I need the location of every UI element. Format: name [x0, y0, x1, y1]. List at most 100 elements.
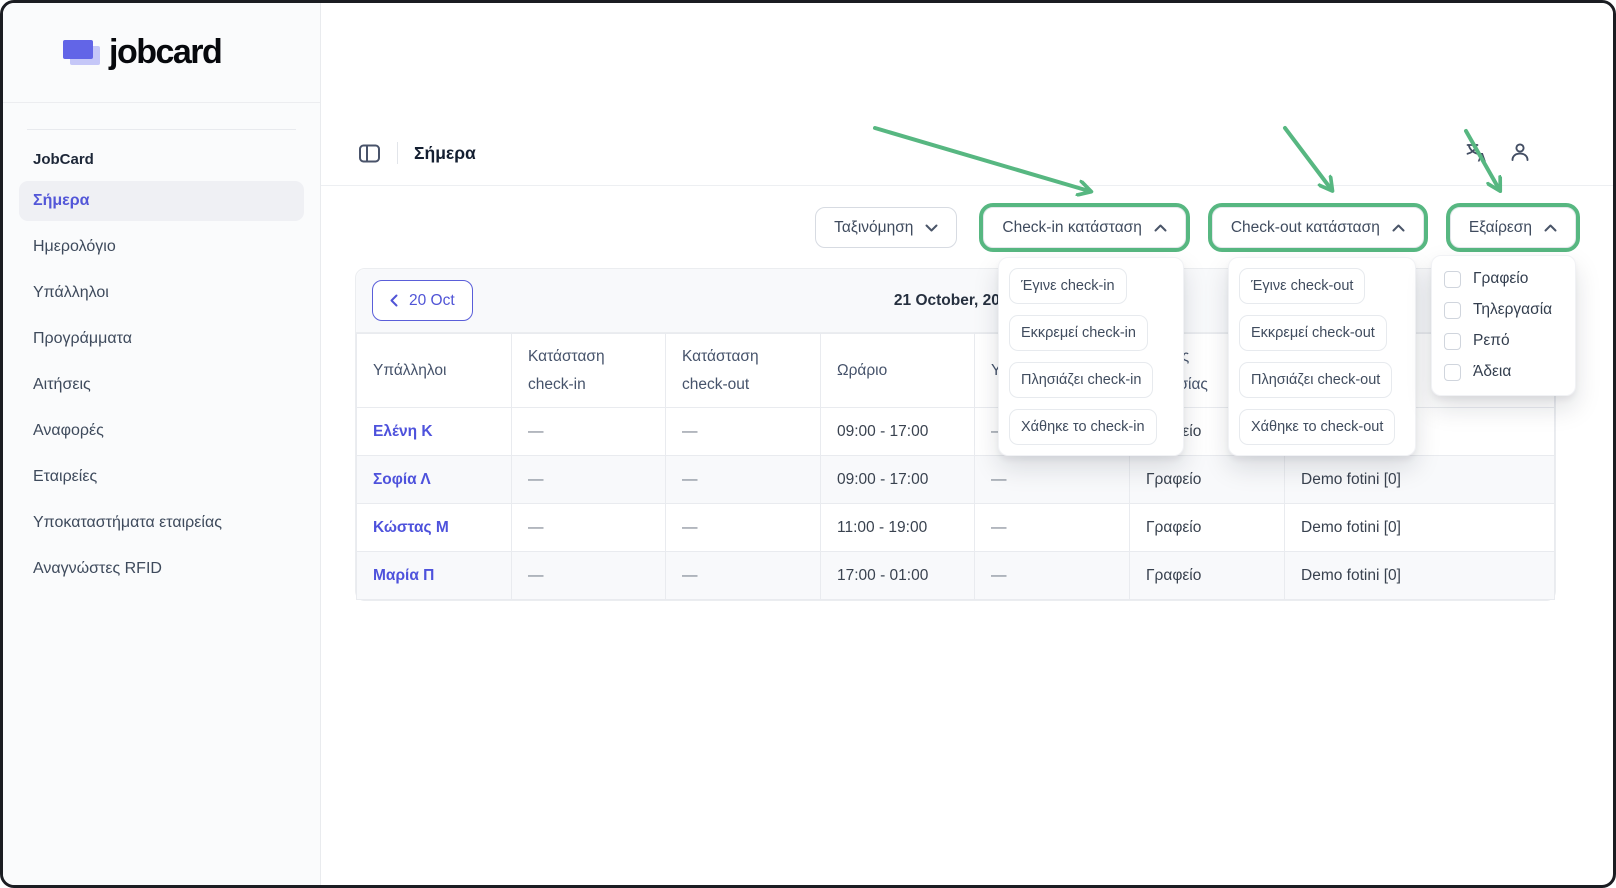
checkin-option[interactable]: Χάθηκε το check-in [1009, 409, 1157, 445]
checkbox-label: Τηλεργασία [1473, 301, 1552, 319]
sidebar-section-label: JobCard [19, 130, 304, 181]
sidebar-item-label: Προγράμματα [33, 330, 132, 348]
schedule-cell: 11:00 - 19:00 [821, 504, 975, 552]
filter-row: Ταξινόμηση Check-in κατάσταση Check-out … [815, 207, 1576, 248]
checkout-status-cell: — [666, 552, 821, 600]
logo-text: jobcard [109, 33, 221, 72]
program-cell: Demo fotini [0] [1285, 456, 1555, 504]
sidebar-item-imerologio[interactable]: Ημερολόγιο [19, 227, 304, 267]
checkin-status-cell: — [512, 456, 666, 504]
worktype-cell: Γραφείο [1130, 552, 1285, 600]
chevron-up-icon [1392, 224, 1405, 232]
exception-filter-label: Εξαίρεση [1469, 219, 1532, 237]
checkout-option[interactable]: Εκκρεμεί check-out [1239, 315, 1387, 351]
sidebar-item-programmata[interactable]: Προγράμματα [19, 319, 304, 359]
checkout-option[interactable]: Πλησιάζει check-out [1239, 362, 1392, 398]
exception-option-tilergasia[interactable]: Τηλεργασία [1444, 301, 1563, 319]
checkin-option[interactable]: Εκκρεμεί check-in [1009, 315, 1148, 351]
checkbox[interactable] [1444, 333, 1461, 350]
sidebar-item-label: Σήμερα [33, 192, 90, 210]
chevron-up-icon [1544, 224, 1557, 232]
checkout-status-cell: — [666, 456, 821, 504]
exception-dropdown: Γραφείο Τηλεργασία Ρεπό Άδεια [1431, 255, 1576, 396]
checkout-status-cell: — [666, 408, 821, 456]
topbar: Σήμερα A [321, 3, 1613, 186]
sidebar-item-label: Αναφορές [33, 422, 104, 440]
checkin-status-cell: — [512, 552, 666, 600]
checkbox[interactable] [1444, 364, 1461, 381]
worktype-cell: Γραφείο [1130, 504, 1285, 552]
table-row: Σοφία Λ — — 09:00 - 17:00 — Γραφείο Demo… [357, 456, 1555, 504]
col-header-schedule: Ωράριο [821, 334, 975, 408]
previous-day-button[interactable]: 20 Oct [372, 280, 473, 321]
sidebar-item-label: Ημερολόγιο [33, 238, 116, 256]
page-title: Σήμερα [414, 143, 476, 164]
sidebar-item-label: Εταιρείες [33, 468, 97, 486]
sidebar-item-label: Αναγνώστες RFID [33, 560, 162, 578]
checkin-status-cell: — [512, 408, 666, 456]
checkbox-label: Άδεια [1473, 363, 1511, 381]
sidebar-item-label: Αιτήσεις [33, 376, 91, 394]
topbar-left: Σήμερα [321, 121, 476, 185]
sort-button[interactable]: Ταξινόμηση [815, 207, 957, 248]
svg-text:A: A [1478, 151, 1487, 165]
exception-option-grafeio[interactable]: Γραφείο [1444, 270, 1563, 288]
checkin-filter-label: Check-in κατάσταση [1002, 219, 1141, 237]
jobcard-logo-icon [63, 40, 101, 65]
checkin-option[interactable]: Έγινε check-in [1009, 268, 1127, 304]
user-icon [1509, 141, 1531, 163]
header-divider [397, 142, 398, 164]
user-menu-button[interactable] [1509, 141, 1531, 163]
logo[interactable]: jobcard [3, 3, 320, 103]
checkbox[interactable] [1444, 302, 1461, 319]
col-header-checkout-status: Κατάσταση check-out [666, 334, 821, 408]
exception-option-adeia[interactable]: Άδεια [1444, 363, 1563, 381]
chevron-left-icon [390, 294, 398, 307]
schedule-cell: 09:00 - 17:00 [821, 456, 975, 504]
chevron-down-icon [925, 224, 938, 232]
sidebar-item-anafores[interactable]: Αναφορές [19, 411, 304, 451]
chevron-up-icon [1154, 224, 1167, 232]
overtime-cell: — [975, 456, 1130, 504]
sidebar-nav: JobCard Σήμερα Ημερολόγιο Υπάλληλοι Προγ… [3, 103, 320, 589]
language-button[interactable]: A [1465, 140, 1489, 164]
logo-icon-front-square [63, 40, 93, 59]
sidebar-item-simera[interactable]: Σήμερα [19, 181, 304, 221]
sidebar-item-ypokatastimata[interactable]: Υποκαταστήματα εταιρείας [19, 503, 304, 543]
overtime-cell: — [975, 504, 1130, 552]
sidebar-item-ypalliloi[interactable]: Υπάλληλοι [19, 273, 304, 313]
checkin-status-cell: — [512, 504, 666, 552]
checkout-filter-label: Check-out κατάσταση [1231, 219, 1380, 237]
sidebar-item-etaireies[interactable]: Εταιρείες [19, 457, 304, 497]
employee-name-link[interactable]: Σοφία Λ [357, 456, 512, 504]
schedule-cell: 09:00 - 17:00 [821, 408, 975, 456]
sidebar-item-aitiseis[interactable]: Αιτήσεις [19, 365, 304, 405]
program-cell: Demo fotini [0] [1285, 504, 1555, 552]
sidebar: jobcard JobCard Σήμερα Ημερολόγιο Υπάλλη… [3, 3, 321, 885]
employee-name-link[interactable]: Κώστας Μ [357, 504, 512, 552]
checkbox-label: Ρεπό [1473, 332, 1510, 350]
employee-name-link[interactable]: Ελένη Κ [357, 408, 512, 456]
checkin-option[interactable]: Πλησιάζει check-in [1009, 362, 1153, 398]
translate-icon: A [1465, 140, 1489, 164]
checkin-status-filter-button[interactable]: Check-in κατάσταση [983, 207, 1185, 248]
checkbox[interactable] [1444, 271, 1461, 288]
sort-button-label: Ταξινόμηση [834, 219, 913, 237]
checkin-status-dropdown: Έγινε check-in Εκκρεμεί check-in Πλησιάζ… [998, 257, 1184, 456]
topbar-icons: A [1465, 140, 1531, 164]
checkout-status-filter-button[interactable]: Check-out κατάσταση [1212, 207, 1424, 248]
col-header-employees: Υπάλληλοι [357, 334, 512, 408]
sidebar-toggle-button[interactable] [358, 142, 381, 165]
checkbox-label: Γραφείο [1473, 270, 1528, 288]
checkout-option[interactable]: Χάθηκε το check-out [1239, 409, 1395, 445]
exception-option-repo[interactable]: Ρεπό [1444, 332, 1563, 350]
worktype-cell: Γραφείο [1130, 456, 1285, 504]
employee-name-link[interactable]: Μαρία Π [357, 552, 512, 600]
checkout-option[interactable]: Έγινε check-out [1239, 268, 1365, 304]
sidebar-item-label: Υποκαταστήματα εταιρείας [33, 514, 222, 532]
sidebar-toggle-icon [358, 142, 381, 165]
table-row: Κώστας Μ — — 11:00 - 19:00 — Γραφείο Dem… [357, 504, 1555, 552]
sidebar-item-rfid-readers[interactable]: Αναγνώστες RFID [19, 549, 304, 589]
overtime-cell: — [975, 552, 1130, 600]
exception-filter-button[interactable]: Εξαίρεση [1450, 207, 1576, 248]
